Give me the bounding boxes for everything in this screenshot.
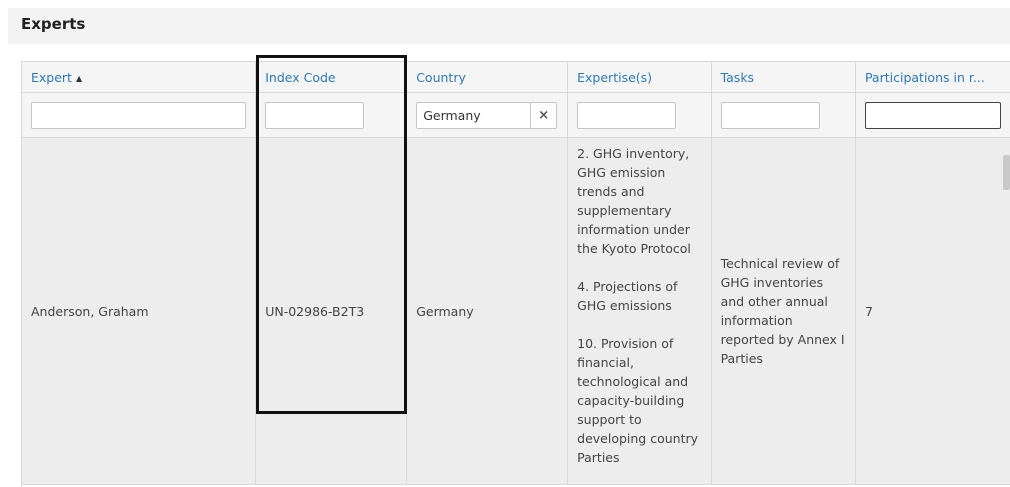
expertise-item: 4. Projections of GHG emissions (577, 279, 678, 313)
column-header-country-label: Country (416, 69, 466, 85)
clear-icon[interactable]: × (530, 102, 556, 128)
column-header-expert[interactable]: Expert ▲ (22, 62, 257, 93)
sort-ascending-icon: ▲ (75, 73, 83, 83)
column-header-index-code-label: Index Code (265, 69, 336, 85)
header-row: Expert ▲ Index Code Country Expertise(s) … (22, 62, 1010, 93)
index-code-filter-input[interactable] (265, 101, 365, 129)
tasks-text: Technical review of GHG inventories and … (720, 256, 845, 366)
filter-cell-expertise (567, 92, 712, 138)
column-header-participations-label: Participations in r... (864, 69, 985, 85)
participations-filter-input[interactable] (864, 101, 1001, 129)
experts-grid: Expert ▲ Index Code Country Expertise(s) … (21, 61, 1010, 487)
cell-expertise: 2. GHG inventory, GHG emission trends an… (567, 137, 712, 485)
column-header-country[interactable]: Country (406, 62, 569, 93)
expertise-item: 10. Provision of financial, technologica… (577, 336, 699, 465)
column-header-expertise-label: Expertise(s) (577, 69, 653, 85)
page-header (8, 8, 1010, 44)
cell-country: Germany (406, 137, 569, 485)
filter-cell-country: × (406, 92, 569, 138)
column-header-expert-label: Expert (31, 69, 72, 85)
country-filter-input[interactable] (417, 102, 531, 128)
table-row[interactable]: Anderson, Graham UN-02986-B2T3 Germany 2… (22, 137, 1010, 485)
expertise-filter-input[interactable] (577, 101, 677, 129)
column-header-index-code[interactable]: Index Code (255, 62, 408, 93)
vertical-scrollbar[interactable] (1003, 145, 1010, 486)
tasks-filter-input[interactable] (720, 101, 820, 129)
cell-expert: Anderson, Graham (22, 137, 257, 485)
cell-participations: 7 (855, 137, 1010, 485)
filter-cell-tasks (711, 92, 856, 138)
cell-index-code: UN-02986-B2T3 (255, 137, 408, 485)
column-header-expertise[interactable]: Expertise(s) (567, 62, 712, 93)
column-header-participations[interactable]: Participations in r... (855, 62, 1010, 93)
cell-tasks: Technical review of GHG inventories and … (711, 137, 856, 485)
column-header-tasks[interactable]: Tasks (711, 62, 856, 93)
scrollbar-thumb[interactable] (1003, 155, 1010, 190)
filter-cell-expert (22, 92, 257, 138)
page-title: Experts (21, 15, 86, 33)
expertise-item: 2. GHG inventory, GHG emission trends an… (577, 146, 691, 256)
experts-table: Expert ▲ Index Code Country Expertise(s) … (22, 62, 1010, 485)
filter-cell-participations (855, 92, 1010, 138)
expert-filter-input[interactable] (31, 101, 247, 129)
filter-row: × (22, 92, 1010, 138)
column-header-tasks-label: Tasks (720, 69, 755, 85)
filter-cell-index-code (255, 92, 408, 138)
country-filter-combobox: × (416, 101, 558, 129)
